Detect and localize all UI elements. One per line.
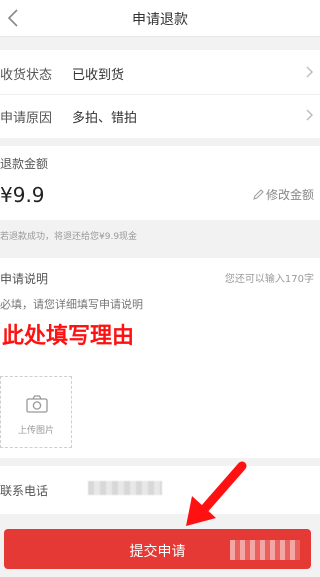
edit-amount-button[interactable]: 修改金额 <box>253 186 314 203</box>
upload-image-button[interactable]: 上传图片 <box>0 376 72 448</box>
description-label: 申请说明 <box>0 272 49 286</box>
refund-reason-row[interactable]: 申请原因 多拍、错拍 <box>0 95 320 135</box>
upload-image-label: 上传图片 <box>17 426 54 436</box>
edit-amount-label: 修改金额 <box>265 188 314 202</box>
red-arrow-icon <box>186 461 247 526</box>
phone-value-redacted[interactable] <box>88 481 162 495</box>
shipping-status-label: 收货状态 <box>0 68 53 83</box>
refund-amount-label: 退款金额 <box>0 157 49 171</box>
shipping-status-row[interactable]: 收货状态 已收到货 <box>0 52 320 92</box>
phone-label: 联系电话 <box>0 484 49 498</box>
description-counter: 您还可以输入170字 <box>224 274 314 285</box>
camera-icon <box>26 395 48 413</box>
chevron-right-icon <box>306 66 313 78</box>
refund-reason-value: 多拍、错拍 <box>72 111 138 126</box>
watermark <box>230 540 300 560</box>
chevron-right-icon <box>306 109 313 121</box>
shipping-status-value: 已收到货 <box>72 68 125 83</box>
description-input[interactable] <box>0 295 220 313</box>
pencil-icon <box>253 189 264 200</box>
refund-reason-label: 申请原因 <box>0 111 53 126</box>
refund-note: 若退款成功，将退还给您¥9.9现金 <box>0 232 138 242</box>
header-bar: 申请退款 <box>0 0 320 37</box>
order-info-section: 收货状态 已收到货 申请原因 多拍、错拍 <box>0 50 320 138</box>
refund-amount-value: ¥9.9 <box>0 183 45 207</box>
page-title: 申请退款 <box>132 12 188 28</box>
annotation-overlay-text: 此处填写理由 <box>2 324 135 349</box>
